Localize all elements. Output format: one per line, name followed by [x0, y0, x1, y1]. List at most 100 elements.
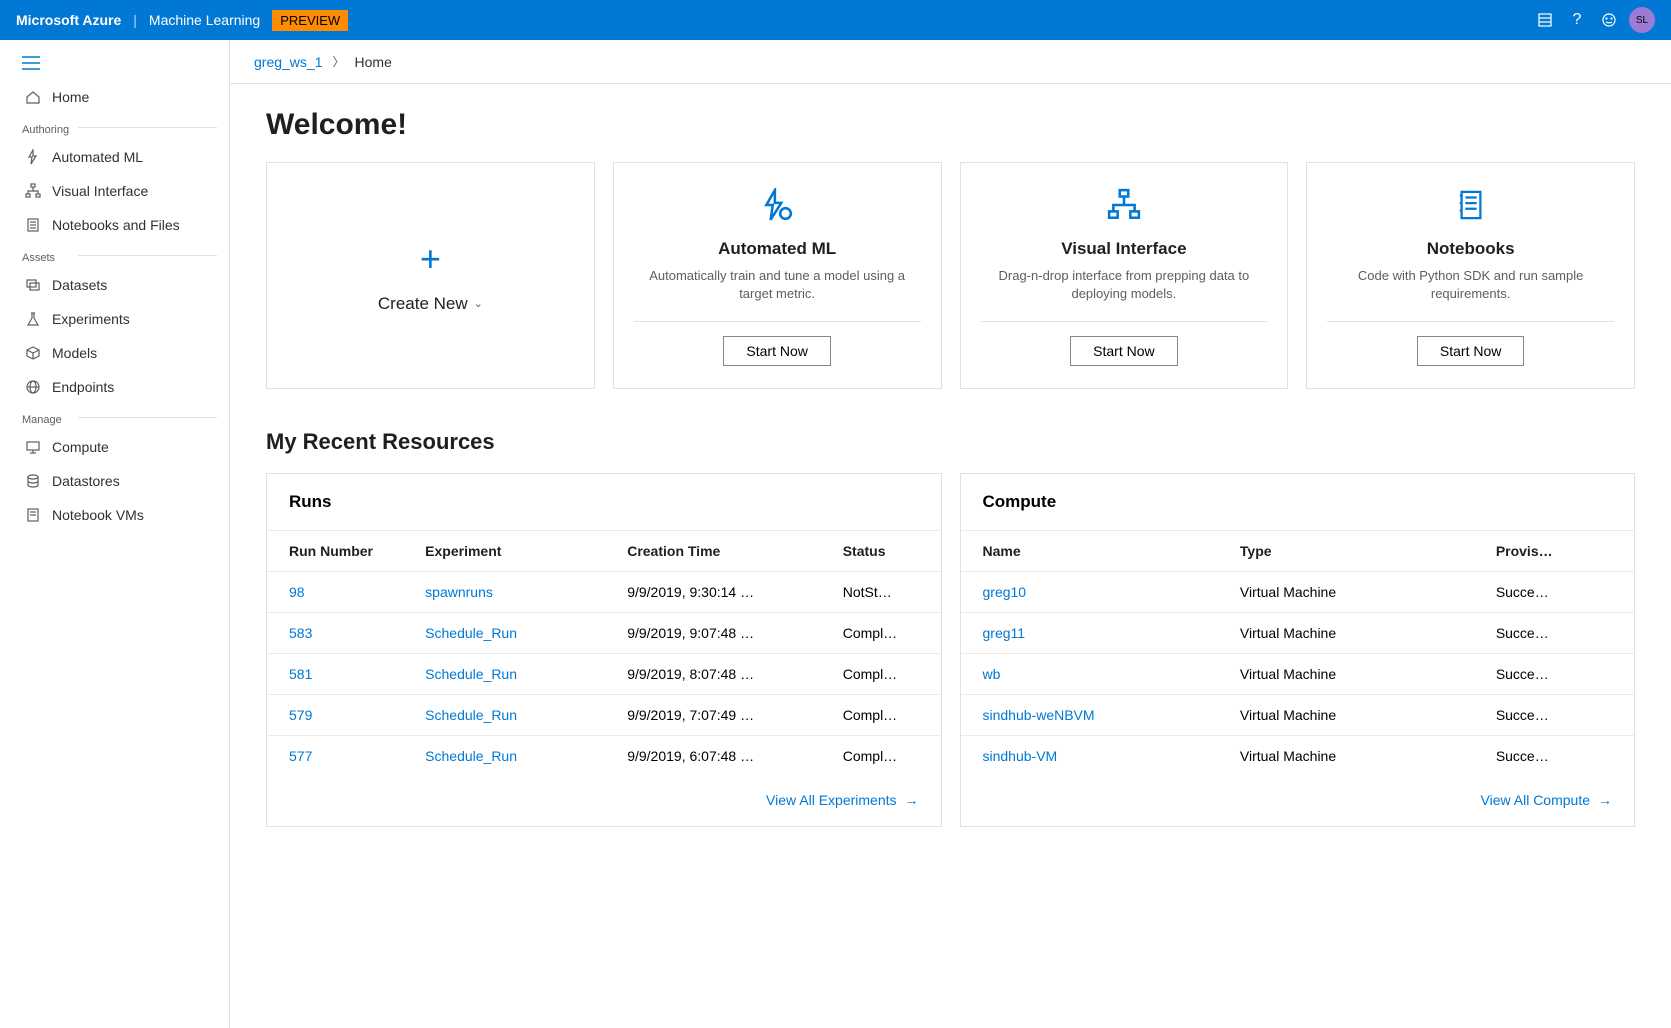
col-creation-time: Creation Time [617, 531, 833, 572]
run-link[interactable]: 577 [289, 748, 312, 764]
cell-status: Compl… [833, 736, 941, 777]
panel-title: Compute [961, 474, 1635, 530]
arrow-right-icon: → [905, 792, 919, 808]
breadcrumb-workspace[interactable]: greg_ws_1 [254, 54, 323, 70]
hamburger-icon[interactable] [0, 50, 229, 80]
help-icon[interactable]: ? [1561, 4, 1593, 36]
start-now-button[interactable]: Start Now [1070, 336, 1177, 366]
nav-label: Notebooks and Files [52, 217, 180, 233]
run-link[interactable]: 98 [289, 584, 305, 600]
cell-status: Compl… [833, 695, 941, 736]
experiment-link[interactable]: Schedule_Run [425, 625, 517, 641]
plus-icon: + [420, 238, 441, 280]
section-manage: Manage [0, 404, 229, 430]
cell-time: 9/9/2019, 6:07:48 … [617, 736, 833, 777]
nav-label: Endpoints [52, 379, 114, 395]
run-link[interactable]: 581 [289, 666, 312, 682]
nav-endpoints[interactable]: Endpoints [0, 370, 229, 404]
nav-automated-ml[interactable]: Automated ML [0, 140, 229, 174]
box-icon [22, 345, 44, 361]
notebooks-card: Notebooks Code with Python SDK and run s… [1306, 162, 1635, 389]
nav-notebook-vms[interactable]: Notebook VMs [0, 498, 229, 532]
nav-label: Experiments [52, 311, 130, 327]
notebook-icon [22, 217, 44, 233]
cell-type: Virtual Machine [1230, 695, 1486, 736]
nav-label: Automated ML [52, 149, 143, 165]
runs-panel: Runs Run Number Experiment Creation Time… [266, 473, 942, 827]
col-type: Type [1230, 531, 1486, 572]
nav-compute[interactable]: Compute [0, 430, 229, 464]
chevron-right-icon: 〉 [333, 53, 345, 70]
col-name: Name [961, 531, 1230, 572]
cell-provisioning: Succe… [1486, 736, 1634, 777]
col-run-number: Run Number [267, 531, 415, 572]
cell-type: Virtual Machine [1230, 613, 1486, 654]
recent-heading: My Recent Resources [266, 429, 1635, 455]
compute-panel: Compute Name Type Provis… greg10 Virtual … [960, 473, 1636, 827]
compute-link[interactable]: sindhub-weNBVM [983, 707, 1095, 723]
card-title: Automated ML [718, 239, 836, 259]
user-avatar[interactable]: SL [1629, 7, 1655, 33]
arrow-right-icon: → [1598, 792, 1612, 808]
compute-link[interactable]: wb [983, 666, 1001, 682]
home-icon [22, 89, 44, 105]
table-row: sindhub-weNBVMVirtual MachineSucce… [961, 695, 1635, 736]
nav-home[interactable]: Home [0, 80, 229, 114]
cell-provisioning: Succe… [1486, 572, 1634, 613]
experiment-link[interactable]: Schedule_Run [425, 748, 517, 764]
nav-experiments[interactable]: Experiments [0, 302, 229, 336]
col-provisioning: Provis… [1486, 531, 1634, 572]
experiment-link[interactable]: Schedule_Run [425, 666, 517, 682]
create-new-card[interactable]: + Create New ⌄ [266, 162, 595, 389]
notebook-vm-icon [22, 507, 44, 523]
nav-label: Compute [52, 439, 109, 455]
start-now-button[interactable]: Start Now [1417, 336, 1524, 366]
product-name: Machine Learning [149, 12, 260, 28]
chevron-down-icon: ⌄ [474, 297, 483, 310]
card-desc: Code with Python SDK and run sample requ… [1327, 267, 1614, 303]
cell-time: 9/9/2019, 9:07:48 … [617, 613, 833, 654]
table-row: 581Schedule_Run9/9/2019, 8:07:48 …Compl… [267, 654, 941, 695]
compute-link[interactable]: sindhub-VM [983, 748, 1058, 764]
table-row: 579 Schedule_Run 9/9/2019, 7:07:49 …Compl… [267, 695, 941, 736]
run-link[interactable]: 583 [289, 625, 312, 641]
compute-link[interactable]: greg11 [983, 625, 1026, 641]
nav-datastores[interactable]: Datastores [0, 464, 229, 498]
view-all-compute-link[interactable]: View All Compute → [1481, 792, 1612, 808]
nav-label: Datasets [52, 277, 107, 293]
table-row: 583Schedule_Run9/9/2019, 9:07:48 …Compl… [267, 613, 941, 654]
table-row: 577 Schedule_Run 9/9/2019, 6:07:48 …Compl… [267, 736, 941, 777]
nav-label: Notebook VMs [52, 507, 144, 523]
dataset-icon [22, 277, 44, 293]
database-icon [22, 473, 44, 489]
breadcrumb-current: Home [355, 54, 392, 70]
globe-icon [22, 379, 44, 395]
content: Welcome! + Create New ⌄ Automated ML Aut… [230, 84, 1671, 1028]
compute-table: Name Type Provis… greg10Virtual MachineS… [961, 530, 1635, 776]
nav-notebooks-files[interactable]: Notebooks and Files [0, 208, 229, 242]
cell-time: 9/9/2019, 7:07:49 … [617, 695, 833, 736]
feedback-icon[interactable] [1593, 4, 1625, 36]
experiment-link[interactable]: Schedule_Run [425, 707, 517, 723]
cell-type: Virtual Machine [1230, 654, 1486, 695]
directory-icon[interactable] [1529, 4, 1561, 36]
brand: Microsoft Azure [16, 12, 121, 28]
start-now-button[interactable]: Start Now [723, 336, 830, 366]
view-all-experiments-link[interactable]: View All Experiments → [766, 792, 918, 808]
breadcrumb: greg_ws_1 〉 Home [230, 40, 1671, 84]
panel-title: Runs [267, 474, 941, 530]
table-row: 98spawnruns9/9/2019, 9:30:14 …NotSt… [267, 572, 941, 613]
col-experiment: Experiment [415, 531, 617, 572]
experiment-link[interactable]: spawnruns [425, 584, 493, 600]
compute-link[interactable]: greg10 [983, 584, 1027, 600]
nav-models[interactable]: Models [0, 336, 229, 370]
runs-table: Run Number Experiment Creation Time Stat… [267, 530, 941, 776]
run-link[interactable]: 579 [289, 707, 312, 723]
cell-time: 9/9/2019, 8:07:48 … [617, 654, 833, 695]
lightning-gear-icon [760, 185, 794, 225]
sidebar: Home Authoring Automated ML Visual Inter… [0, 40, 230, 1028]
nav-datasets[interactable]: Datasets [0, 268, 229, 302]
col-status: Status [833, 531, 941, 572]
create-new-label: Create New [378, 294, 468, 314]
nav-visual-interface[interactable]: Visual Interface [0, 174, 229, 208]
